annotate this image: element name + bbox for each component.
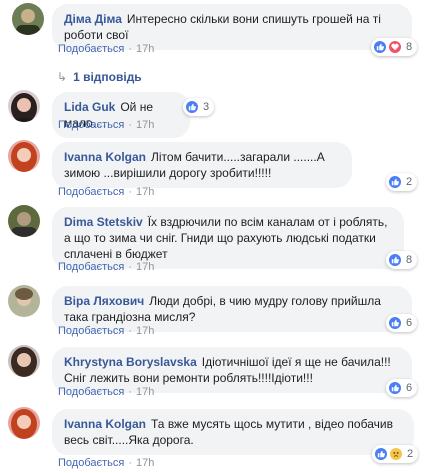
reaction-summary[interactable]: 6 [386,379,418,397]
love-icon [388,40,402,54]
sad-icon [389,447,403,461]
avatar[interactable] [8,90,40,122]
reaction-count: 2 [407,448,414,460]
reaction-count: 8 [406,41,413,53]
view-replies-link[interactable]: ↳ 1 відповідь [57,70,142,84]
replies-label[interactable]: 1 відповідь [73,70,142,84]
reaction-summary[interactable]: 3 [183,98,215,116]
comment-actions: Подобається · 17h [58,186,155,198]
comment-bubble: Dima Stetskiv Їх вздрючили по всім канала… [52,207,404,269]
comment-actions: Подобається · 17h [58,261,155,273]
like-link[interactable]: Подобається [58,186,124,198]
reaction-count: 2 [406,176,413,188]
like-icon [388,381,402,395]
comment-time[interactable]: 17h [136,457,154,469]
like-link[interactable]: Подобається [58,457,124,469]
comment-author[interactable]: Dima Stetskiv [64,215,143,229]
comment-time[interactable]: 17h [136,261,154,273]
reply-arrow-icon: ↳ [57,70,68,84]
like-link[interactable]: Подобається [58,325,124,337]
reaction-count: 3 [203,101,210,113]
reaction-summary[interactable]: 2 [372,445,419,463]
reaction-summary[interactable]: 8 [371,38,418,56]
comment-author[interactable]: Віра Ляхович [64,294,144,308]
comment-actions: Подобається · 17h [58,43,155,55]
comment-time[interactable]: 17h [136,186,154,198]
comment-time[interactable]: 17h [136,119,154,131]
comment-bubble: Lida Guk Ой не мало.... [52,92,190,138]
comment-author[interactable]: Діма Діма [64,12,122,26]
comment-author[interactable]: Ivanna Kolgan [64,150,146,164]
avatar[interactable] [12,3,44,35]
like-icon [373,40,387,54]
comment-actions: Подобається · 17h [58,457,155,469]
like-link[interactable]: Подобається [58,119,124,131]
comment-time[interactable]: 17h [136,43,154,55]
comment-author[interactable]: Ivanna Kolgan [64,417,146,431]
like-icon [388,175,402,189]
like-link[interactable]: Подобається [58,386,124,398]
avatar[interactable] [8,205,40,237]
comment-bubble: Ivanna Kolgan Та вже мусять щось мутити ,… [52,409,414,455]
reaction-count: 8 [406,254,413,266]
reaction-count: 6 [406,317,413,329]
like-link[interactable]: Подобається [58,261,124,273]
reaction-count: 6 [406,382,413,394]
avatar[interactable] [8,285,40,317]
reaction-summary[interactable]: 8 [386,251,418,269]
comment-actions: Подобається · 17h [58,325,155,337]
comment-author[interactable]: Lida Guk [64,100,115,114]
comment-time[interactable]: 17h [136,325,154,337]
reaction-summary[interactable]: 6 [386,314,418,332]
like-icon [374,447,388,461]
reaction-summary[interactable]: 2 [386,173,418,191]
comment-author[interactable]: Khrystyna Boryslavska [64,355,197,369]
like-link[interactable]: Подобається [58,43,124,55]
comment-time[interactable]: 17h [136,386,154,398]
comment-actions: Подобається · 17h [58,119,155,131]
like-icon [388,316,402,330]
avatar[interactable] [8,140,40,172]
like-icon [185,100,199,114]
avatar[interactable] [8,407,40,439]
comment-bubble: Ivanna Kolgan Літом бачити.....загарали .… [52,142,352,188]
avatar[interactable] [8,345,40,377]
like-icon [388,253,402,267]
comment-actions: Подобається · 17h [58,386,155,398]
